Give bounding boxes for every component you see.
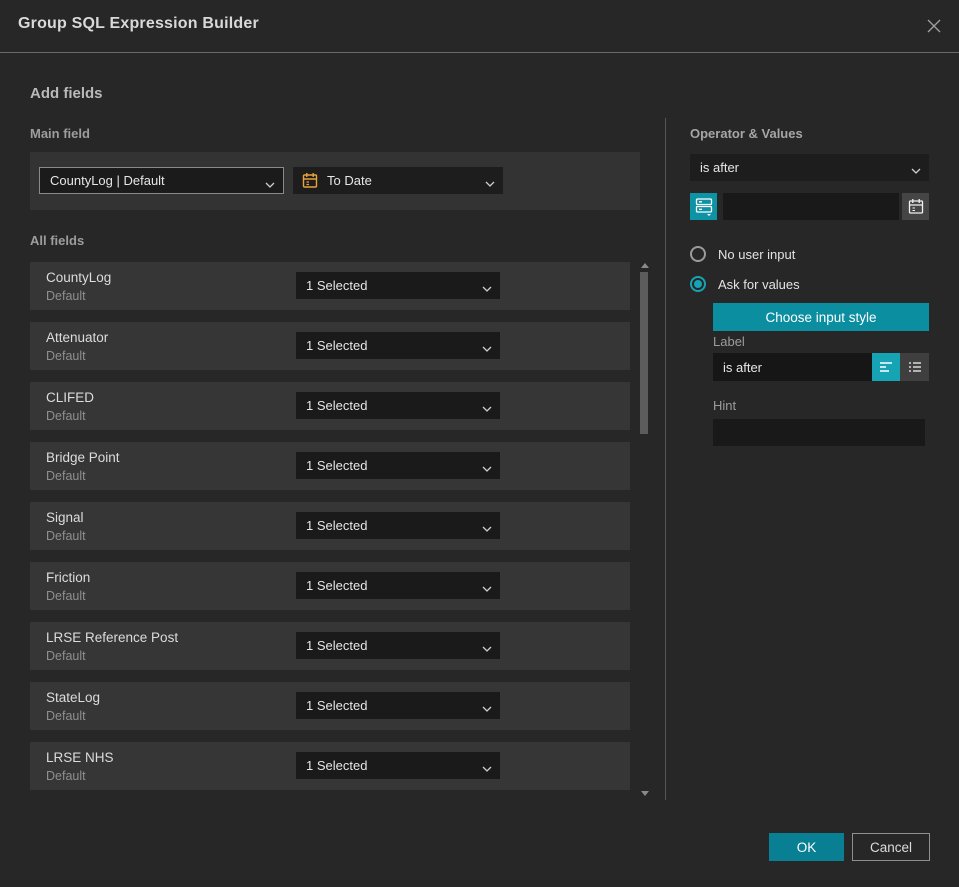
chevron-down-icon <box>485 176 495 191</box>
value-input[interactable] <box>723 193 899 220</box>
close-icon[interactable] <box>923 15 945 37</box>
field-name: LRSE NHS <box>46 750 114 765</box>
main-field-panel: CountyLog | Default To Date <box>30 152 640 210</box>
field-name: CLIFED <box>46 390 95 405</box>
field-selected-dropdown[interactable]: 1 Selected <box>296 512 500 539</box>
radio-ask-for-values[interactable]: Ask for values <box>690 276 800 292</box>
field-type: Default <box>46 289 86 303</box>
field-type: Default <box>46 589 86 603</box>
ok-button[interactable]: OK <box>769 833 844 861</box>
field-selected-dropdown[interactable]: 1 Selected <box>296 752 500 779</box>
radio-label: Ask for values <box>718 276 800 292</box>
chevron-down-icon <box>911 163 921 178</box>
field-selected-dropdown[interactable]: 1 Selected <box>296 392 500 419</box>
field-type: Default <box>46 769 86 783</box>
label-caption: Label <box>713 334 745 349</box>
field-selected-dropdown[interactable]: 1 Selected <box>296 332 500 359</box>
scroll-up-icon[interactable] <box>641 263 649 268</box>
date-field-select[interactable]: To Date <box>293 167 503 194</box>
radio-label: No user input <box>718 246 796 262</box>
chevron-down-icon <box>482 521 492 536</box>
radio-selected-icon <box>690 276 706 292</box>
date-field-select-value: To Date <box>327 173 372 188</box>
main-field-heading: Main field <box>30 126 90 141</box>
calendar-icon <box>302 172 318 192</box>
chevron-down-icon <box>482 401 492 416</box>
field-type: Default <box>46 709 86 723</box>
date-picker-button[interactable] <box>902 193 929 220</box>
operator-select[interactable]: is after <box>690 154 929 181</box>
hint-input[interactable] <box>713 419 925 446</box>
field-row: LRSE Reference Post Default 1 Selected <box>30 622 630 670</box>
chevron-down-icon <box>482 761 492 776</box>
all-fields-heading: All fields <box>30 233 85 248</box>
field-row: Bridge Point Default 1 Selected <box>30 442 630 490</box>
chevron-down-icon <box>482 341 492 356</box>
field-row: Attenuator Default 1 Selected <box>30 322 630 370</box>
field-name: CountyLog <box>46 270 112 285</box>
field-type: Default <box>46 649 86 663</box>
chevron-down-icon <box>265 177 275 192</box>
cancel-button[interactable]: Cancel <box>852 833 930 861</box>
main-field-select[interactable]: CountyLog | Default <box>39 167 284 194</box>
all-fields-list: CountyLog Default 1 Selected Attenuator … <box>30 262 630 790</box>
chevron-down-icon <box>482 641 492 656</box>
field-name: LRSE Reference Post <box>46 630 179 645</box>
chevron-down-icon <box>482 701 492 716</box>
field-name: Bridge Point <box>46 450 120 465</box>
field-type: Default <box>46 529 86 543</box>
text-input-style-button[interactable] <box>872 353 900 381</box>
dialog-title: Group SQL Expression Builder <box>18 15 259 32</box>
field-row: Signal Default 1 Selected <box>30 502 630 550</box>
chevron-down-icon <box>482 281 492 296</box>
field-selected-dropdown[interactable]: 1 Selected <box>296 632 500 659</box>
field-type: Default <box>46 349 86 363</box>
field-row: StateLog Default 1 Selected <box>30 682 630 730</box>
radio-circle-icon <box>690 246 706 262</box>
field-name: StateLog <box>46 690 101 705</box>
field-type: Default <box>46 409 86 423</box>
scrollbar[interactable] <box>638 258 652 798</box>
operator-values-heading: Operator & Values <box>690 126 803 141</box>
field-name: Signal <box>46 510 84 525</box>
radio-no-user-input[interactable]: No user input <box>690 246 795 262</box>
field-type: Default <box>46 469 86 483</box>
field-row: CLIFED Default 1 Selected <box>30 382 630 430</box>
field-selected-dropdown[interactable]: 1 Selected <box>296 452 500 479</box>
chevron-down-icon <box>482 581 492 596</box>
input-type-button[interactable] <box>690 193 717 220</box>
hint-caption: Hint <box>713 398 737 413</box>
choose-input-style-button[interactable]: Choose input style <box>713 303 929 331</box>
operator-select-value: is after <box>700 160 740 175</box>
add-fields-heading: Add fields <box>30 85 103 102</box>
field-selected-dropdown[interactable]: 1 Selected <box>296 572 500 599</box>
field-name: Attenuator <box>46 330 109 345</box>
chevron-down-icon <box>482 461 492 476</box>
scrollbar-thumb[interactable] <box>640 272 648 434</box>
vertical-divider <box>665 118 666 800</box>
scroll-down-icon[interactable] <box>641 791 649 796</box>
label-input[interactable] <box>713 353 872 381</box>
field-row: LRSE NHS Default 1 Selected <box>30 742 630 790</box>
field-name: Friction <box>46 570 91 585</box>
field-row: Friction Default 1 Selected <box>30 562 630 610</box>
list-input-style-button[interactable] <box>900 353 929 381</box>
dialog-titlebar: Group SQL Expression Builder <box>0 0 959 53</box>
field-selected-dropdown[interactable]: 1 Selected <box>296 272 500 299</box>
main-field-select-value: CountyLog | Default <box>50 173 165 188</box>
field-selected-dropdown[interactable]: 1 Selected <box>296 692 500 719</box>
field-row: CountyLog Default 1 Selected <box>30 262 630 310</box>
